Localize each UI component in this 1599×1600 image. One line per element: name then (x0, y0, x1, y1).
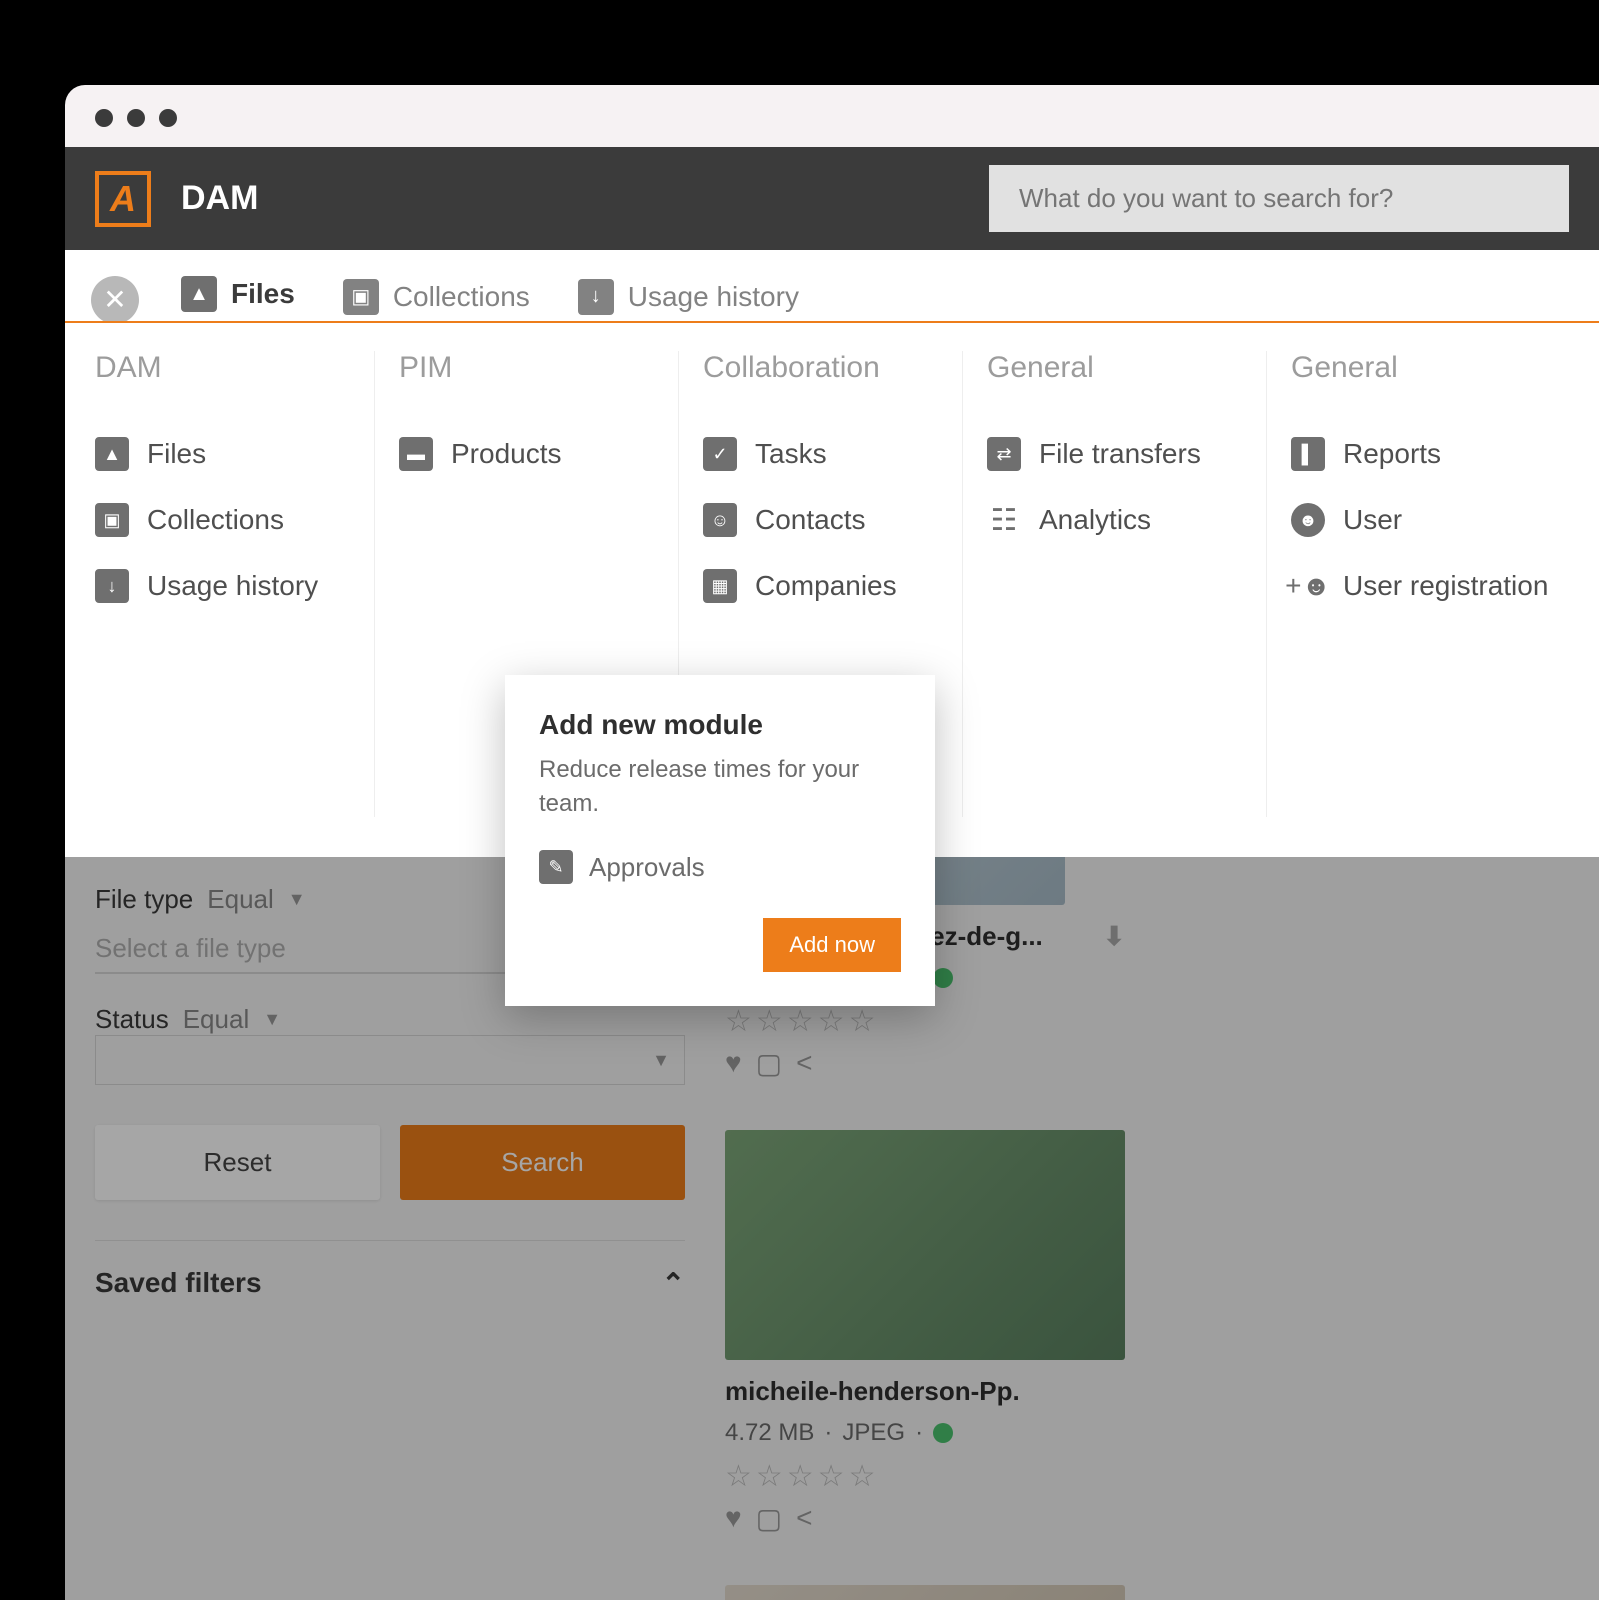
mega-item-usage-history[interactable]: ↓Usage history (95, 553, 354, 619)
add-module-popover: Add new module Reduce release times for … (505, 675, 935, 1006)
transfer-icon: ⇄ (987, 437, 1021, 471)
mega-item-contacts[interactable]: ☺Contacts (703, 487, 942, 553)
approvals-icon: ✎ (539, 850, 573, 884)
close-mega-button[interactable]: ✕ (91, 276, 139, 324)
asset-thumbnail (725, 1130, 1125, 1360)
traffic-dot[interactable] (95, 109, 113, 127)
mega-item-companies[interactable]: ▦Companies (703, 553, 942, 619)
search-input[interactable] (1019, 183, 1539, 214)
mega-item-reports[interactable]: ▌Reports (1291, 421, 1590, 487)
add-now-button[interactable]: Add now (763, 918, 901, 972)
history-icon: ↓ (578, 279, 614, 315)
reports-icon: ▌ (1291, 437, 1325, 471)
user-icon: ☻ (1291, 503, 1325, 537)
filter-status: Status Equal ▼ ▼ (95, 1004, 685, 1085)
chevron-down-icon[interactable]: ▼ (263, 1009, 281, 1030)
chevron-up-icon: ⌃ (662, 1267, 685, 1300)
tasks-icon: ✓ (703, 437, 737, 471)
traffic-dot[interactable] (127, 109, 145, 127)
status-dot (933, 1423, 953, 1443)
asset-card[interactable] (725, 1585, 1125, 1600)
store-icon: ▬ (399, 437, 433, 471)
status-select[interactable]: ▼ (95, 1035, 685, 1085)
collections-icon: ▣ (95, 503, 129, 537)
crop-icon[interactable]: ▢ (756, 1047, 782, 1080)
heart-icon[interactable]: ♥ (725, 1502, 742, 1535)
collections-icon: ▣ (343, 279, 379, 315)
filter-buttons: Reset Search (95, 1125, 685, 1200)
chevron-down-icon: ▼ (652, 1050, 670, 1071)
mega-col-general-1: General ⇄File transfers ☷Analytics (987, 351, 1267, 817)
asset-thumbnail (725, 1585, 1125, 1600)
image-icon: ▲ (181, 276, 217, 312)
popover-description: Reduce release times for your team. (539, 753, 901, 820)
mega-item-collections[interactable]: ▣Collections (95, 487, 354, 553)
reset-button[interactable]: Reset (95, 1125, 380, 1200)
rating-stars[interactable]: ☆☆☆☆☆ (725, 1459, 1125, 1494)
share-icon[interactable]: < (796, 1047, 812, 1080)
mega-item-files[interactable]: ▲Files (95, 421, 354, 487)
app-logo[interactable]: A (95, 171, 151, 227)
history-icon: ↓ (95, 569, 129, 603)
status-dot (933, 968, 953, 988)
traffic-dot[interactable] (159, 109, 177, 127)
tab-label: Collections (393, 281, 530, 313)
topbar: A DAM (65, 147, 1599, 250)
image-icon: ▲ (95, 437, 129, 471)
saved-filters-header[interactable]: Saved filters ⌃ (95, 1240, 685, 1326)
app-title: DAM (181, 179, 258, 218)
popover-item-approvals[interactable]: ✎ Approvals (539, 850, 901, 884)
asset-card[interactable]: micheile-henderson-Pp. 4.72 MB · JPEG · … (725, 1130, 1125, 1535)
analytics-icon: ☷ (987, 503, 1021, 537)
share-icon[interactable]: < (796, 1502, 812, 1535)
tab-label: Files (231, 278, 295, 310)
tab-label: Usage history (628, 281, 799, 313)
window-frame: A DAM ✕ ▲ Files ▣ Collections ↓ Usage hi… (65, 85, 1599, 1600)
mega-col-general-2: General ▌Reports ☻User +☻User registrati… (1291, 351, 1599, 817)
building-icon: ▦ (703, 569, 737, 603)
mega-item-user[interactable]: ☻User (1291, 487, 1590, 553)
mega-item-products[interactable]: ▬Products (399, 421, 658, 487)
search-button[interactable]: Search (400, 1125, 685, 1200)
download-icon[interactable]: ⬇ (1103, 921, 1125, 952)
rating-stars[interactable]: ☆☆☆☆☆ (725, 1004, 1125, 1039)
chevron-down-icon[interactable]: ▼ (288, 889, 306, 910)
heart-icon[interactable]: ♥ (725, 1047, 742, 1080)
traffic-lights (65, 85, 1599, 147)
popover-title: Add new module (539, 709, 901, 741)
user-add-icon: +☻ (1291, 569, 1325, 603)
contact-icon: ☺ (703, 503, 737, 537)
mega-item-analytics[interactable]: ☷Analytics (987, 487, 1246, 553)
mega-item-tasks[interactable]: ✓Tasks (703, 421, 942, 487)
crop-icon[interactable]: ▢ (756, 1502, 782, 1535)
mega-col-dam: DAM ▲Files ▣Collections ↓Usage history (95, 351, 375, 817)
mega-item-file-transfers[interactable]: ⇄File transfers (987, 421, 1246, 487)
mega-item-user-registration[interactable]: +☻User registration (1291, 553, 1590, 619)
search-wrap (989, 165, 1569, 232)
